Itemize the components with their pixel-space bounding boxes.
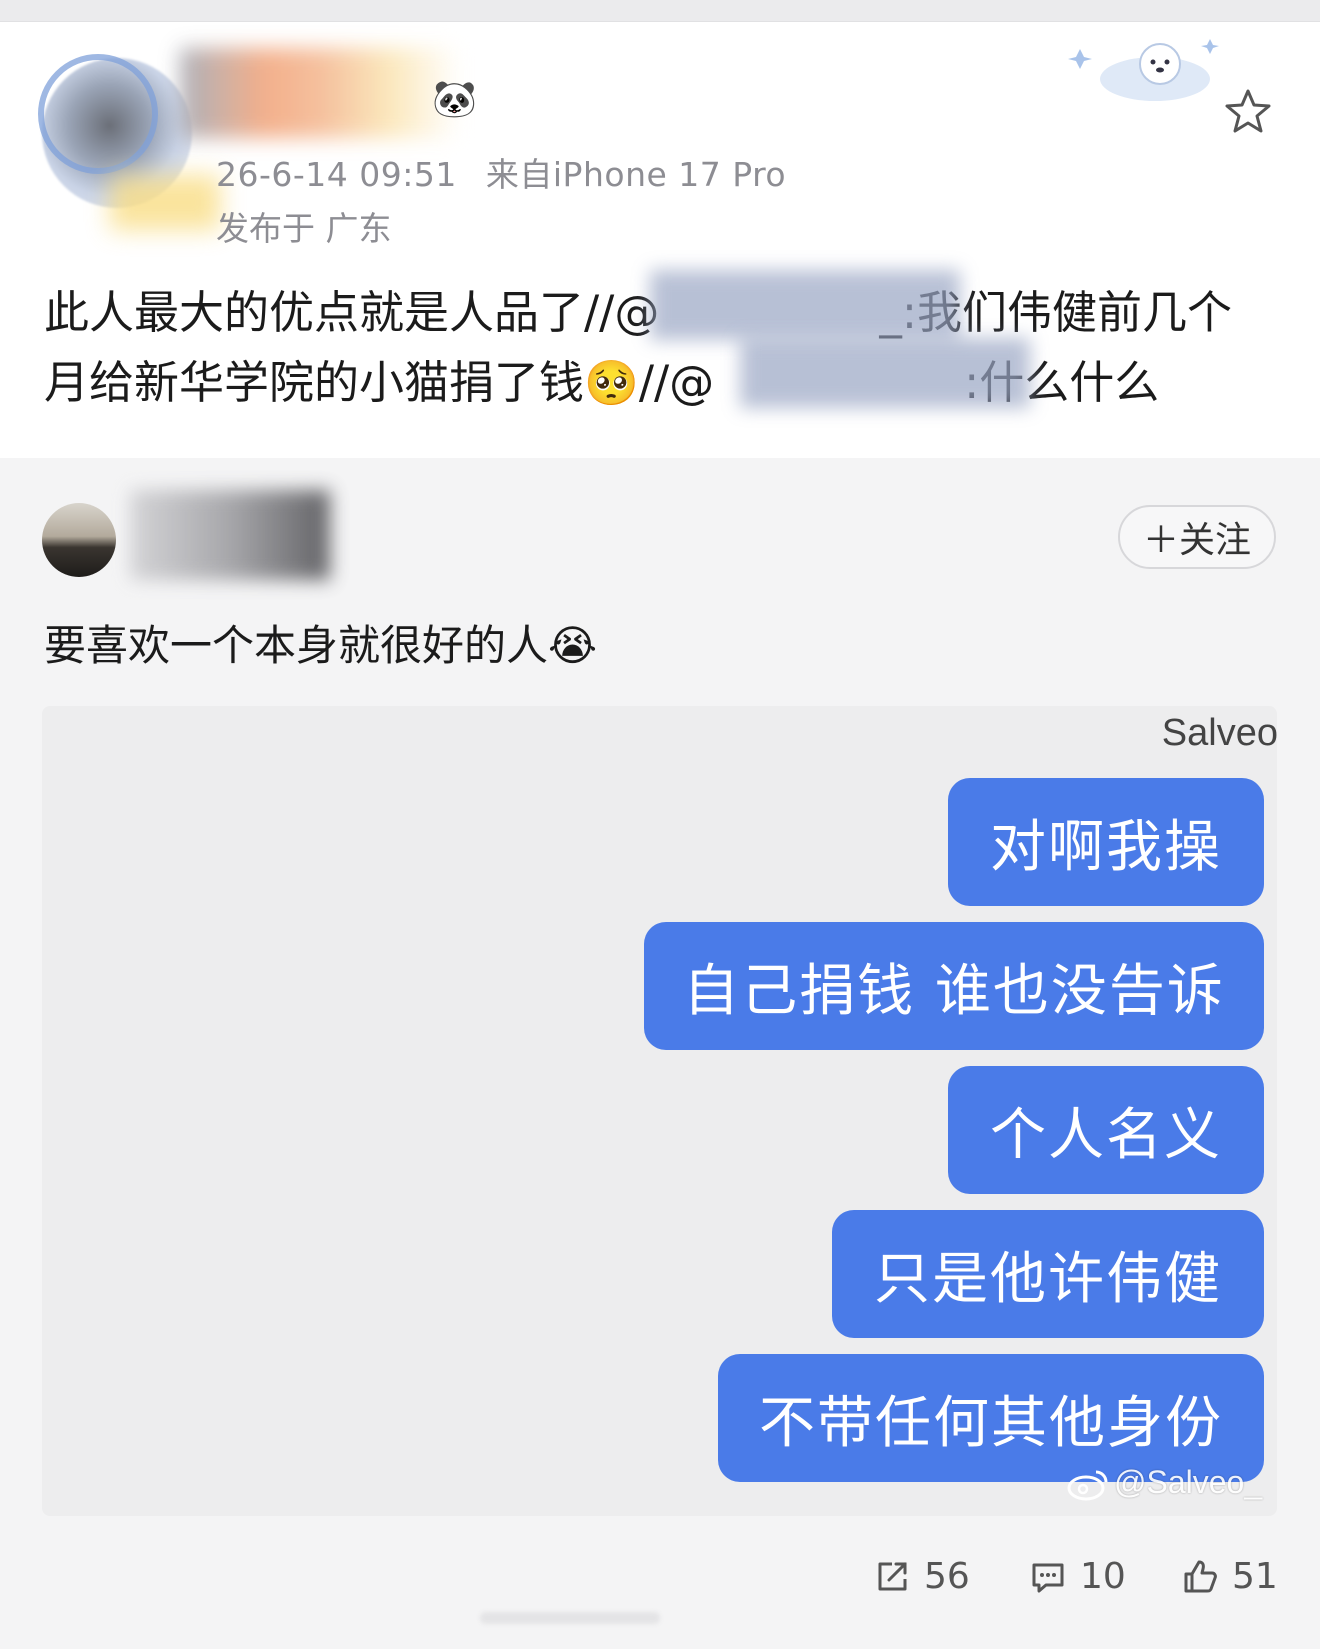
chat-bubble: 自己捐钱 谁也没告诉 (644, 922, 1264, 1050)
weibo-watermark: @Salveo_ (1114, 1464, 1263, 1500)
comment-icon (1032, 1563, 1064, 1592)
redaction-smudge (650, 270, 960, 340)
post-source-prefix: 来自 (485, 155, 553, 194)
redacted-original-author-name (130, 490, 330, 580)
follow-button[interactable]: ＋关注 (1118, 505, 1276, 569)
cloud-dog-sticker-icon (1068, 39, 1219, 101)
post-source-device: iPhone 17 Pro (552, 155, 787, 194)
share-count: 56 (924, 1556, 970, 1597)
original-author-avatar[interactable] (42, 503, 116, 577)
redacted-decoration (110, 175, 220, 230)
like-button[interactable]: 51 (1180, 1556, 1278, 1597)
post-location: 发布于 广东 (216, 209, 392, 248)
like-count: 51 (1232, 1556, 1278, 1597)
pleading-emoji-icon: 🥺 (584, 358, 639, 409)
panda-badge-icon: 🐼 (432, 79, 477, 120)
comment-count: 10 (1080, 1556, 1126, 1597)
post-text-line-2: 月给新华学院的小猫捐了钱🥺//@:什么什么 (44, 348, 1284, 419)
post-time: 26-6-14 09:51 (216, 155, 457, 194)
comment-button[interactable]: 10 (1028, 1556, 1126, 1597)
post-text-segment: 月给新华学院的小猫捐了钱 (44, 356, 585, 409)
share-icon (878, 1562, 907, 1590)
crying-emoji-icon: 😭 (548, 621, 598, 670)
post-meta: 26-6-14 09:51 来自iPhone 17 Pro (216, 148, 786, 196)
chat-bubble: 对啊我操 (948, 778, 1264, 906)
like-icon (1184, 1560, 1217, 1592)
repost-text-content: 要喜欢一个本身就很好的人 (44, 621, 549, 670)
action-bar: 56 10 51 (0, 1556, 1320, 1616)
redacted-author-name (180, 48, 460, 138)
top-bar (0, 0, 1320, 22)
pointer-arrow-icon (70, 438, 110, 456)
chat-bubble: 不带任何其他身份 (718, 1354, 1264, 1482)
chat-bubble: 只是他许伟健 (832, 1210, 1264, 1338)
chat-contact-name: Salveo (1161, 712, 1278, 754)
home-indicator (480, 1612, 660, 1624)
post-text-segment: 此人最大的优点就是人品了//@ (44, 286, 660, 339)
share-button[interactable]: 56 (872, 1556, 970, 1597)
chat-bubble: 个人名义 (948, 1066, 1264, 1194)
weibo-logo-icon (1067, 1470, 1108, 1501)
star-icon[interactable] (1222, 86, 1274, 138)
repost-text: 要喜欢一个本身就很好的人😭 (44, 612, 597, 673)
avatar-frame (38, 54, 158, 174)
post-text-segment: //@ (638, 356, 715, 409)
redaction-smudge (740, 338, 1030, 408)
